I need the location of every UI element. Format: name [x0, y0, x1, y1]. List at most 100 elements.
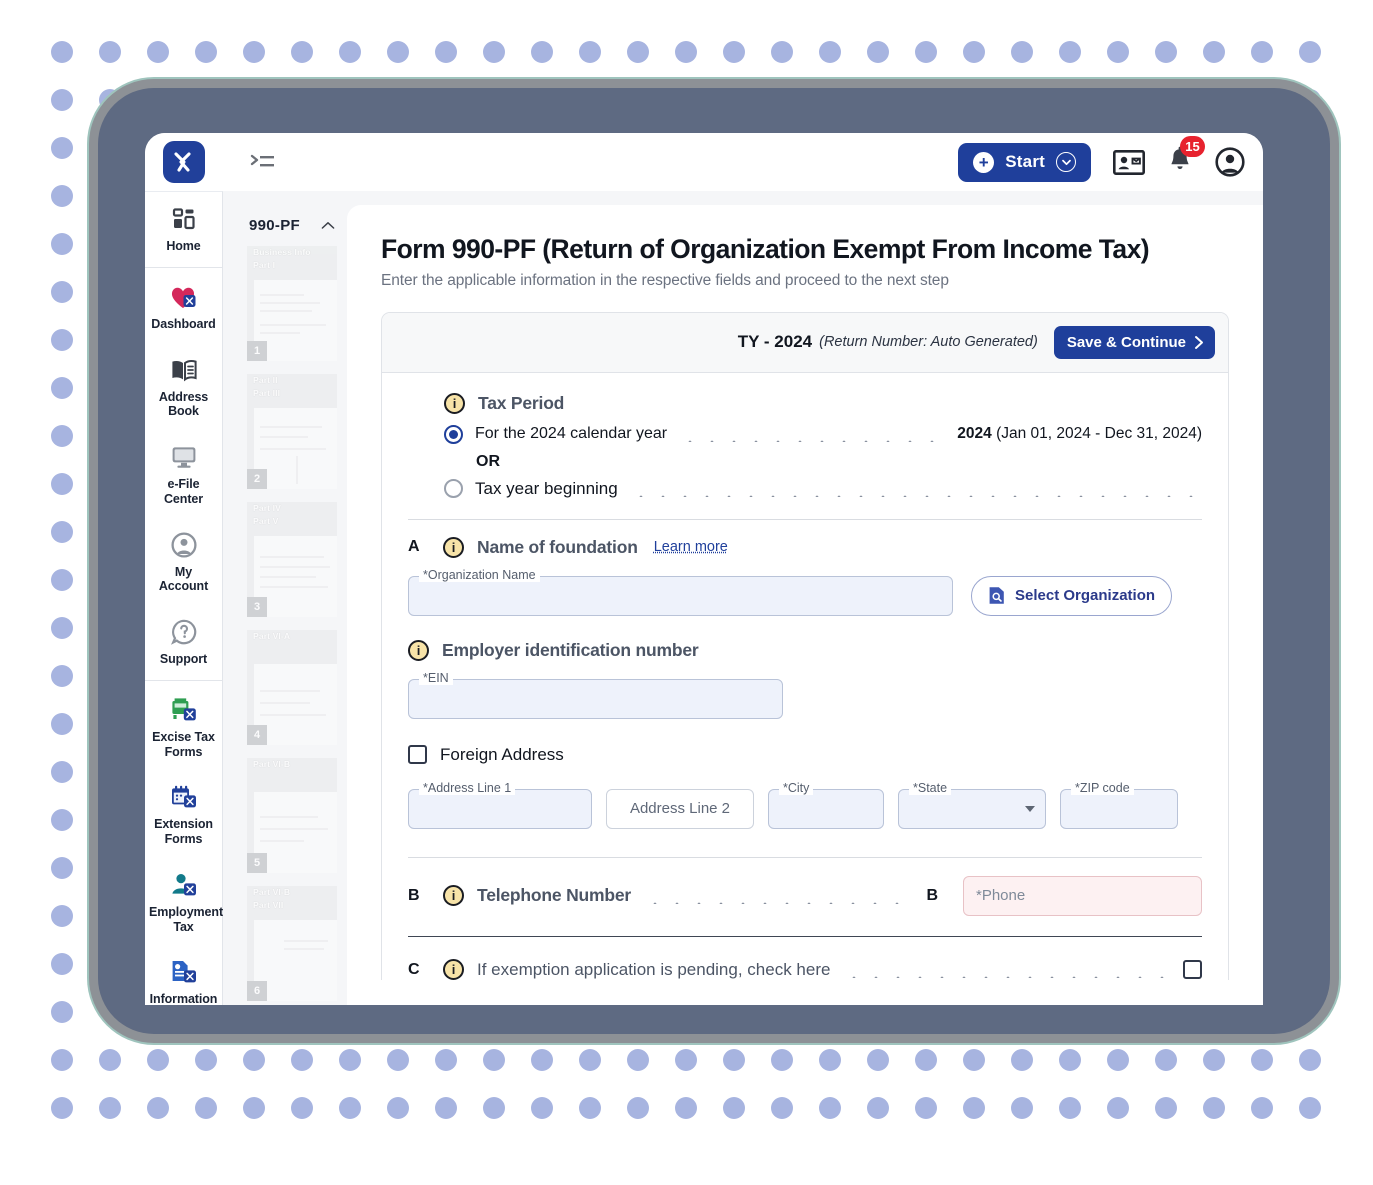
chevron-down-icon[interactable]: [1025, 805, 1035, 812]
decorative-dot: [51, 953, 73, 975]
tax-period-title: Tax Period: [478, 392, 565, 413]
decorative-dot: [675, 1049, 697, 1071]
thumbnail-section-label: Part VI-B: [253, 887, 291, 897]
form-panel-header: TY - 2024 (Return Number: Auto Generated…: [382, 312, 1228, 373]
sidebar-item-home[interactable]: Home: [145, 192, 222, 265]
decorative-dot: [1059, 1049, 1081, 1071]
decorative-dot: [1107, 41, 1129, 63]
expand-sidebar-icon[interactable]: [248, 148, 278, 176]
radio-tax-year-beginning[interactable]: [444, 479, 463, 499]
radio-calendar-year[interactable]: [444, 424, 463, 444]
exemption-pending-checkbox[interactable]: [1183, 960, 1202, 980]
decorative-dot: [819, 1097, 841, 1119]
sidebar-item-label: Information Returns: [149, 992, 218, 1005]
chevron-down-circle-icon: [1056, 152, 1076, 172]
address-fields-row: *Address Line 1 *City *S: [408, 780, 1202, 829]
info-icon[interactable]: i: [443, 885, 464, 907]
sidebar-item-label: Excise Tax Forms: [152, 729, 215, 759]
info-icon[interactable]: i: [408, 639, 429, 661]
sidebar-item-excise-tax-forms[interactable]: Excise Tax Forms: [145, 683, 222, 771]
thumbnail-section-label: Business Info: [253, 247, 311, 257]
thumbnail-page[interactable]: Business Info Part I 1: [247, 246, 337, 361]
sidebar-item-efile-center[interactable]: e-File Center: [145, 430, 222, 518]
thumbnail-page[interactable]: Part IV Part V 3: [247, 502, 337, 617]
info-icon[interactable]: i: [443, 959, 464, 981]
thumbnail-page[interactable]: Part VI-B 5: [247, 758, 337, 873]
decorative-dot: [531, 1097, 553, 1119]
tax-period-beginning-option[interactable]: Tax year beginning: [408, 479, 1202, 499]
sidebar-item-my-account[interactable]: My Account: [145, 518, 222, 606]
dot-leader: [629, 480, 1202, 497]
decorative-dot: [1059, 1097, 1081, 1119]
info-icon[interactable]: i: [443, 536, 464, 558]
city-field: *City: [768, 780, 884, 829]
form-panel-body: i Tax Period For the 2024 calendar year …: [382, 373, 1228, 981]
decorative-dot: [1251, 1049, 1273, 1071]
address-line-2-input[interactable]: [606, 788, 754, 829]
tax-period-header: i Tax Period: [408, 392, 1202, 414]
decorative-dot: [387, 1097, 409, 1119]
sidebar-item-address-book[interactable]: Address Book: [145, 343, 222, 431]
organization-name-input[interactable]: [408, 575, 953, 616]
app-logo-icon[interactable]: [163, 141, 205, 183]
decorative-dot: [99, 1049, 121, 1071]
user-account-icon[interactable]: [1215, 147, 1245, 177]
decorative-dot: [1011, 1097, 1033, 1119]
decorative-dot: [51, 233, 73, 255]
sidebar-item-employment-tax[interactable]: Employment Tax: [145, 858, 223, 946]
decorative-dot: [1155, 1097, 1177, 1119]
app-window: + Start 15 Home Dashboard Address Book e…: [145, 133, 1263, 1005]
decorative-dot: [51, 1097, 73, 1119]
address-line-1-label: *Address Line 1: [419, 780, 516, 795]
decorative-dot: [915, 1049, 937, 1071]
decorative-dot: [723, 1049, 745, 1071]
ein-input[interactable]: [408, 678, 783, 719]
chevron-up-icon[interactable]: [321, 221, 335, 230]
thumbnail-section-label: Part VI-B: [253, 759, 291, 769]
save-and-continue-button[interactable]: Save & Continue: [1053, 325, 1215, 359]
city-input[interactable]: [768, 788, 884, 829]
decorative-dot: [915, 1097, 937, 1119]
phone-field: [963, 875, 1202, 916]
sidebar-item-information-returns[interactable]: Information Returns: [145, 945, 222, 1005]
grid-dashboard-icon: [149, 204, 218, 234]
thumbnail-page[interactable]: Part VI-A 4: [247, 630, 337, 745]
sidebar-item-support[interactable]: Support: [145, 605, 222, 678]
decorative-dot: [771, 41, 793, 63]
decorative-dot: [99, 1097, 121, 1119]
tax-period-calendar-option[interactable]: For the 2024 calendar year 2024 (Jan 01,…: [408, 424, 1202, 444]
decorative-dot: [99, 41, 121, 63]
decorative-dot: [675, 1097, 697, 1119]
sidebar-item-label: Extension Forms: [154, 817, 213, 846]
decorative-dot: [291, 1097, 313, 1119]
contact-card-icon[interactable]: [1113, 149, 1145, 175]
decorative-dot: [243, 41, 265, 63]
decorative-dot: [51, 473, 73, 495]
exemption-pending-label: If exemption application is pending, che…: [477, 959, 831, 979]
thumbnail-page[interactable]: Part VI-B Part VII 6: [247, 886, 337, 1001]
decorative-dot: [195, 1097, 217, 1119]
foreign-address-checkbox[interactable]: [408, 745, 427, 765]
sidebar-item-dashboard[interactable]: Dashboard: [145, 270, 222, 343]
address-line-1-input[interactable]: [408, 788, 592, 829]
zip-code-input[interactable]: [1060, 788, 1178, 829]
phone-input[interactable]: [963, 875, 1202, 916]
learn-more-link[interactable]: Learn more: [654, 539, 728, 555]
decorative-dot: [51, 185, 73, 207]
select-organization-button[interactable]: Select Organization: [971, 575, 1173, 616]
section-a-header: A i Name of foundation Learn more: [408, 536, 1202, 558]
info-icon[interactable]: i: [444, 392, 465, 414]
decorative-dot: [579, 41, 601, 63]
monitor-icon: [149, 442, 218, 472]
decorative-dot: [51, 329, 73, 351]
sidebar-item-extension-forms[interactable]: Extension Forms: [145, 770, 222, 858]
decorative-dot: [51, 281, 73, 303]
start-button[interactable]: + Start: [958, 142, 1091, 182]
state-select[interactable]: [898, 788, 1046, 829]
decorative-dot: [51, 713, 73, 735]
foreign-address-row[interactable]: Foreign Address: [408, 745, 1202, 765]
sidebar-item-label: Home: [166, 239, 201, 253]
thumbnail-page[interactable]: Part II Part III 2: [247, 374, 337, 489]
notification-bell[interactable]: 15: [1167, 135, 1205, 179]
organization-name-label: *Organization Name: [419, 567, 540, 582]
